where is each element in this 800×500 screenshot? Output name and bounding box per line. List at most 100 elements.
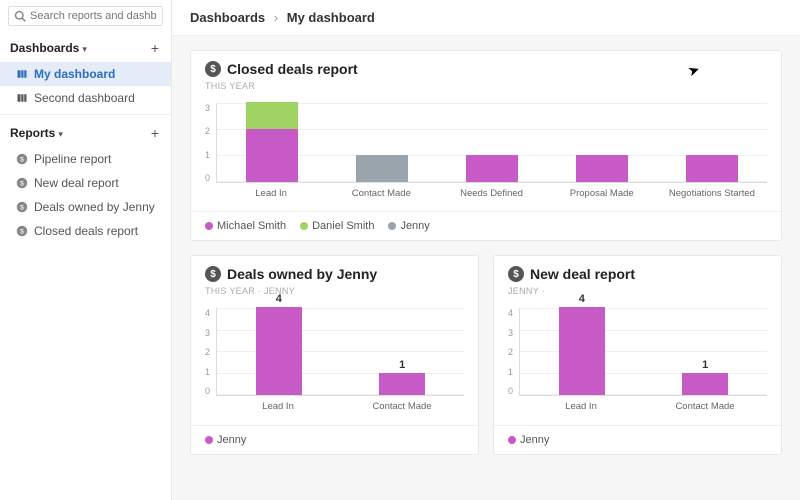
legend-dot (300, 222, 308, 230)
main: Dashboards › My dashboard $ Closed deals… (172, 0, 800, 500)
y-tick: 1 (205, 150, 210, 160)
card-subtitle: JENNY · (508, 286, 767, 296)
bar-segment (356, 155, 408, 182)
dollar-icon: $ (205, 266, 221, 282)
x-tick: Lead In (216, 401, 340, 412)
bar (246, 102, 298, 182)
bar-value-label: 4 (276, 293, 282, 305)
add-dashboard-button[interactable]: + (149, 40, 161, 56)
breadcrumb: Dashboards › My dashboard (172, 0, 800, 36)
new-deals-chart: 4321041Lead InContact Made (508, 308, 767, 412)
legend-label: Daniel Smith (312, 220, 374, 232)
jenny-deals-card: $ Deals owned by Jenny THIS YEAR · JENNY… (190, 255, 479, 454)
dollar-icon: $ (16, 177, 28, 189)
search-box[interactable] (8, 6, 163, 26)
dollar-icon: $ (16, 201, 28, 213)
y-tick: 2 (205, 126, 210, 136)
bar-value-label: 4 (579, 293, 585, 305)
card-subtitle: THIS YEAR · JENNY (205, 286, 464, 296)
legend-item: Jenny (205, 434, 246, 446)
sidebar-item-dashboard[interactable]: My dashboard (0, 62, 171, 86)
x-tick: Contact Made (340, 401, 464, 412)
card-title-text: Deals owned by Jenny (227, 266, 377, 282)
bar: 4 (559, 307, 605, 395)
y-tick: 1 (205, 367, 210, 377)
bar-value-label: 1 (702, 359, 708, 371)
bar-segment (686, 155, 738, 182)
legend-dot (205, 222, 213, 230)
closed-deals-chart: 3210Lead InContact MadeNeeds DefinedProp… (205, 103, 767, 199)
reports-section-header[interactable]: Reports▾ + (0, 119, 171, 147)
bar-value-label: 1 (399, 359, 405, 371)
card-title-text: Closed deals report (227, 61, 358, 77)
x-tick: Lead In (216, 188, 326, 199)
legend: Michael Smith Daniel Smith Jenny (191, 211, 781, 240)
legend-dot (388, 222, 396, 230)
y-tick: 3 (205, 103, 210, 113)
x-tick: Contact Made (326, 188, 436, 199)
sidebar-item-report[interactable]: $Pipeline report (0, 147, 171, 171)
legend-item: Michael Smith (205, 220, 286, 232)
sidebar-item-dashboard[interactable]: Second dashboard (0, 86, 171, 110)
card-title-text: New deal report (530, 266, 635, 282)
y-tick: 4 (205, 308, 210, 318)
svg-text:$: $ (20, 180, 24, 187)
columns-icon (16, 92, 28, 104)
legend: Jenny (494, 425, 781, 454)
dollar-icon: $ (16, 225, 28, 237)
bar-segment (379, 373, 425, 395)
bar-segment (256, 307, 302, 395)
y-tick: 0 (508, 386, 513, 396)
y-tick: 3 (508, 328, 513, 338)
chevron-down-icon: ▾ (82, 44, 87, 54)
legend-dot (205, 436, 213, 444)
sidebar-item-label: New deal report (34, 176, 119, 190)
search-icon (14, 10, 26, 22)
bar-segment (682, 373, 728, 395)
bar-segment (466, 155, 518, 182)
svg-text:$: $ (20, 156, 24, 163)
add-report-button[interactable]: + (149, 125, 161, 141)
y-tick: 0 (205, 386, 210, 396)
y-tick: 2 (508, 347, 513, 357)
bar-segment (576, 155, 628, 182)
svg-text:$: $ (20, 228, 24, 235)
content: $ Closed deals report THIS YEAR 3 2 1 0 Lead… (172, 36, 800, 500)
dashboards-section-header[interactable]: Dashboards▾ + (0, 34, 171, 62)
bar: 1 (682, 373, 728, 395)
breadcrumb-current: My dashboard (287, 10, 375, 25)
chevron-down-icon: ▾ (58, 129, 63, 139)
sidebar: Dashboards▾ + My dashboard Second dashboa… (0, 0, 172, 500)
card-title: $ Deals owned by Jenny (205, 266, 464, 282)
legend-label: Jenny (400, 220, 429, 232)
dollar-icon: $ (16, 153, 28, 165)
y-tick: 0 (205, 173, 210, 183)
sidebar-item-report[interactable]: $ Deals owned by Jenny (0, 195, 171, 219)
new-deals-card: $ New deal report JENNY · 4321041Lead In… (493, 255, 782, 454)
legend-label: Michael Smith (217, 220, 286, 232)
bar-segment (246, 102, 298, 129)
sidebar-item-report[interactable]: $Closed deals report (0, 219, 171, 243)
divider (0, 114, 171, 115)
bar: 1 (379, 373, 425, 395)
reports-label: Reports (10, 126, 55, 140)
sidebar-item-label: Second dashboard (34, 91, 135, 105)
columns-icon (16, 68, 28, 80)
legend: Jenny (191, 425, 478, 454)
y-tick: 4 (508, 308, 513, 318)
legend-item: Jenny (508, 434, 549, 446)
breadcrumb-root[interactable]: Dashboards (190, 10, 265, 25)
x-tick: Proposal Made (547, 188, 657, 199)
bar (576, 155, 628, 182)
bar (356, 155, 408, 182)
bar (686, 155, 738, 182)
card-subtitle: THIS YEAR (205, 81, 767, 91)
sidebar-item-label: Deals owned by Jenny (34, 200, 155, 214)
search-input[interactable] (30, 10, 157, 22)
x-tick: Contact Made (643, 401, 767, 412)
legend-label: Jenny (520, 434, 549, 446)
sidebar-item-report[interactable]: $ New deal report (0, 171, 171, 195)
y-tick: 1 (508, 367, 513, 377)
legend-dot (508, 436, 516, 444)
sidebar-item-label: My dashboard (34, 67, 115, 81)
